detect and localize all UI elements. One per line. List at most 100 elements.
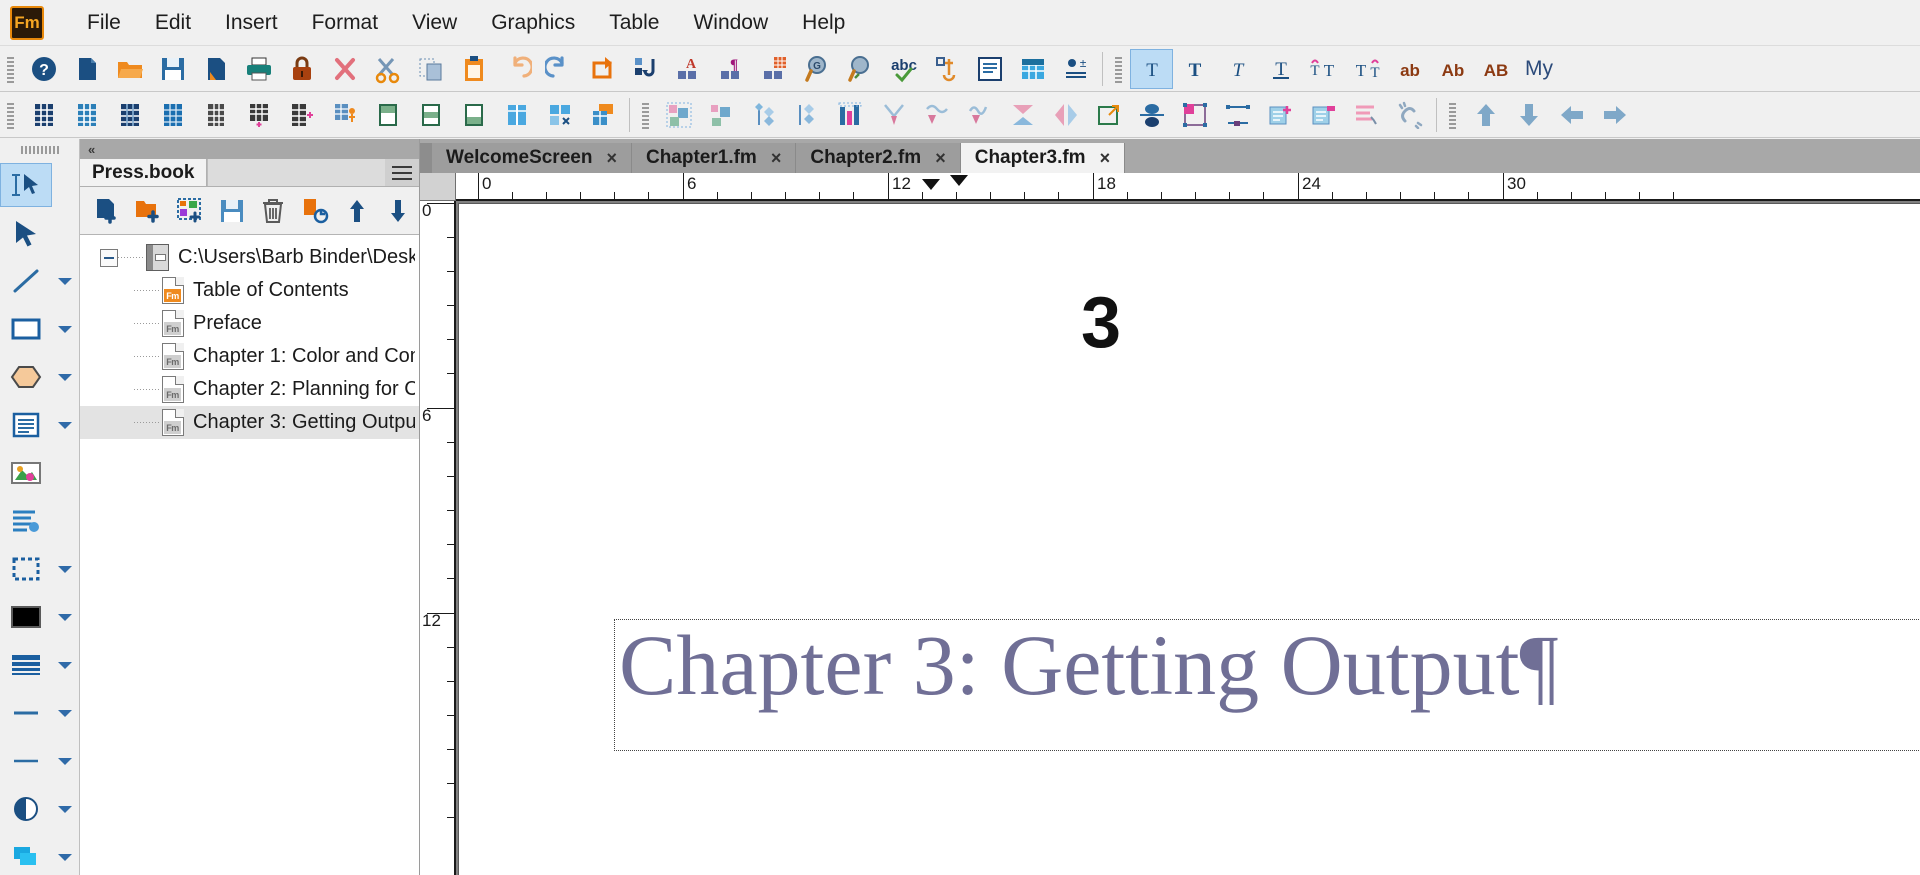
undo-icon[interactable]	[495, 49, 538, 89]
arrow-up-icon[interactable]	[336, 191, 378, 231]
open-folder-icon[interactable]	[108, 49, 151, 89]
document-canvas[interactable]: 3 Chapter 3: Getting Output¶	[458, 203, 1920, 875]
format-toolbar-grip[interactable]	[1114, 54, 1123, 83]
add-folder-icon[interactable]	[128, 191, 170, 231]
polygon-tool-icon[interactable]	[0, 355, 52, 399]
table-add-column-right-icon[interactable]	[280, 95, 323, 135]
text-frame-tool-dropdown[interactable]	[52, 403, 78, 447]
zoom-icon[interactable]	[839, 49, 882, 89]
expander-icon[interactable]	[100, 248, 118, 267]
character-designer-icon[interactable]: A	[667, 49, 710, 89]
chapter-title-frame[interactable]: Chapter 3: Getting Output¶	[614, 619, 1920, 751]
menu-insert[interactable]: Insert	[208, 7, 295, 39]
join-objects-icon[interactable]	[1130, 95, 1173, 135]
smooth-icon[interactable]	[1216, 95, 1259, 135]
book-panel-collapse-button[interactable]: «	[80, 139, 419, 159]
line-tool-icon[interactable]	[0, 259, 52, 303]
menu-edit[interactable]: Edit	[138, 7, 208, 39]
scale-object-icon[interactable]	[1087, 95, 1130, 135]
table-straddle-icon[interactable]	[495, 95, 538, 135]
line-width-dropdown[interactable]	[52, 691, 78, 735]
table-convert-icon[interactable]	[581, 95, 624, 135]
polygon-tool-dropdown[interactable]	[52, 355, 78, 399]
tab-chapter1[interactable]: Chapter1.fm ×	[631, 143, 797, 173]
close-icon[interactable]: ×	[1100, 148, 1111, 169]
close-icon[interactable]: ×	[606, 148, 617, 169]
subscript-icon[interactable]: TT	[1345, 49, 1388, 89]
overprint-tool-icon[interactable]	[0, 835, 52, 875]
arrow-left-icon[interactable]	[1550, 95, 1593, 135]
copy-icon[interactable]	[409, 49, 452, 89]
add-group-icon[interactable]	[169, 191, 211, 231]
reshape-icon[interactable]	[1173, 95, 1216, 135]
spell-check-icon[interactable]: abc	[882, 49, 925, 89]
redo-icon[interactable]	[538, 49, 581, 89]
overprint-dropdown[interactable]	[52, 835, 78, 875]
table-insert-column-icon[interactable]	[108, 95, 151, 135]
tool-palette-grip[interactable]	[0, 139, 79, 161]
anchored-frame-icon[interactable]	[925, 49, 968, 89]
toolbar-grip[interactable]	[6, 54, 15, 83]
tree-row-root[interactable]: C:\Users\Barb Binder\Desktop\Framem	[80, 241, 419, 274]
menu-view[interactable]: View	[395, 7, 474, 39]
table-insert-row-icon[interactable]	[65, 95, 108, 135]
new-frame-icon[interactable]	[1259, 95, 1302, 135]
trash-icon[interactable]	[253, 191, 295, 231]
nav-toolbar-grip[interactable]	[1448, 100, 1457, 129]
smart-select-tool-icon[interactable]	[0, 163, 52, 207]
paragraph-tag-icon[interactable]: ¶	[710, 49, 753, 89]
save-icon[interactable]	[211, 191, 253, 231]
table-toolbar-grip[interactable]	[6, 100, 15, 129]
table-custom-ruling-icon[interactable]	[323, 95, 366, 135]
plain-text-icon[interactable]: T	[1130, 48, 1173, 89]
paragraph-tag-dropdown-label[interactable]: My	[1517, 57, 1561, 81]
tree-row-chapter3[interactable]: Fm Chapter 3: Getting Output	[80, 406, 419, 439]
cell-shading-top-icon[interactable]	[366, 95, 409, 135]
text-frame-tool-icon[interactable]	[0, 403, 52, 447]
book-tab-press[interactable]: Press.book	[80, 159, 208, 186]
line-width-tool-icon[interactable]	[0, 691, 52, 735]
bullet-list-icon[interactable]: ±	[1054, 49, 1097, 89]
object-properties-icon[interactable]	[1345, 95, 1388, 135]
tree-row-toc[interactable]: Fm Table of Contents	[80, 274, 419, 307]
select-arrow-tool-icon[interactable]	[0, 211, 52, 255]
insert-table-icon[interactable]	[1011, 49, 1054, 89]
tab-chapter2[interactable]: Chapter2.fm ×	[796, 143, 961, 173]
redo-arrow-icon[interactable]	[581, 49, 624, 89]
ungroup-objects-icon[interactable]	[700, 95, 743, 135]
tree-row-chapter1[interactable]: Fm Chapter 1: Color and Commercial Prin	[80, 340, 419, 373]
vertical-ruler[interactable]: 0 6 12	[420, 201, 456, 875]
line-style-dropdown[interactable]	[52, 739, 78, 783]
rectangle-tool-dropdown[interactable]	[52, 307, 78, 351]
pattern-fill-tool-icon[interactable]	[0, 643, 52, 687]
arrow-down-icon[interactable]	[377, 191, 419, 231]
update-book-icon[interactable]	[294, 191, 336, 231]
find-replace-icon[interactable]: G	[796, 49, 839, 89]
book-tree[interactable]: C:\Users\Barb Binder\Desktop\Framem Fm T…	[80, 235, 419, 875]
save-icon[interactable]	[151, 49, 194, 89]
marquee-tool-dropdown[interactable]	[52, 547, 78, 591]
new-document-icon[interactable]	[65, 49, 108, 89]
object-properties-tool-icon[interactable]	[0, 499, 52, 543]
menu-window[interactable]: Window	[676, 7, 785, 39]
lock-icon[interactable]	[280, 49, 323, 89]
document-page[interactable]: 3 Chapter 3: Getting Output¶	[458, 203, 1920, 875]
bring-to-front-icon[interactable]	[743, 95, 786, 135]
menu-format[interactable]: Format	[295, 7, 396, 39]
close-icon[interactable]: ×	[935, 148, 946, 169]
table-designer-icon[interactable]	[753, 49, 796, 89]
table-grid-icon[interactable]	[22, 95, 65, 135]
tree-row-chapter2[interactable]: Fm Chapter 2: Planning for Commercial P	[80, 373, 419, 406]
line-tool-dropdown[interactable]	[52, 259, 78, 303]
tint-dropdown[interactable]	[52, 787, 78, 831]
bold-icon[interactable]: T	[1173, 49, 1216, 89]
send-to-back-icon[interactable]	[786, 95, 829, 135]
group-objects-icon[interactable]	[657, 95, 700, 135]
first-line-indent-marker[interactable]	[922, 179, 940, 190]
align-objects-icon[interactable]	[829, 95, 872, 135]
distribute-icon[interactable]	[872, 95, 915, 135]
cell-shading-middle-icon[interactable]	[409, 95, 452, 135]
menu-graphics[interactable]: Graphics	[474, 7, 592, 39]
paragraph-designer-icon[interactable]	[624, 49, 667, 89]
arrow-down-icon[interactable]	[1507, 95, 1550, 135]
